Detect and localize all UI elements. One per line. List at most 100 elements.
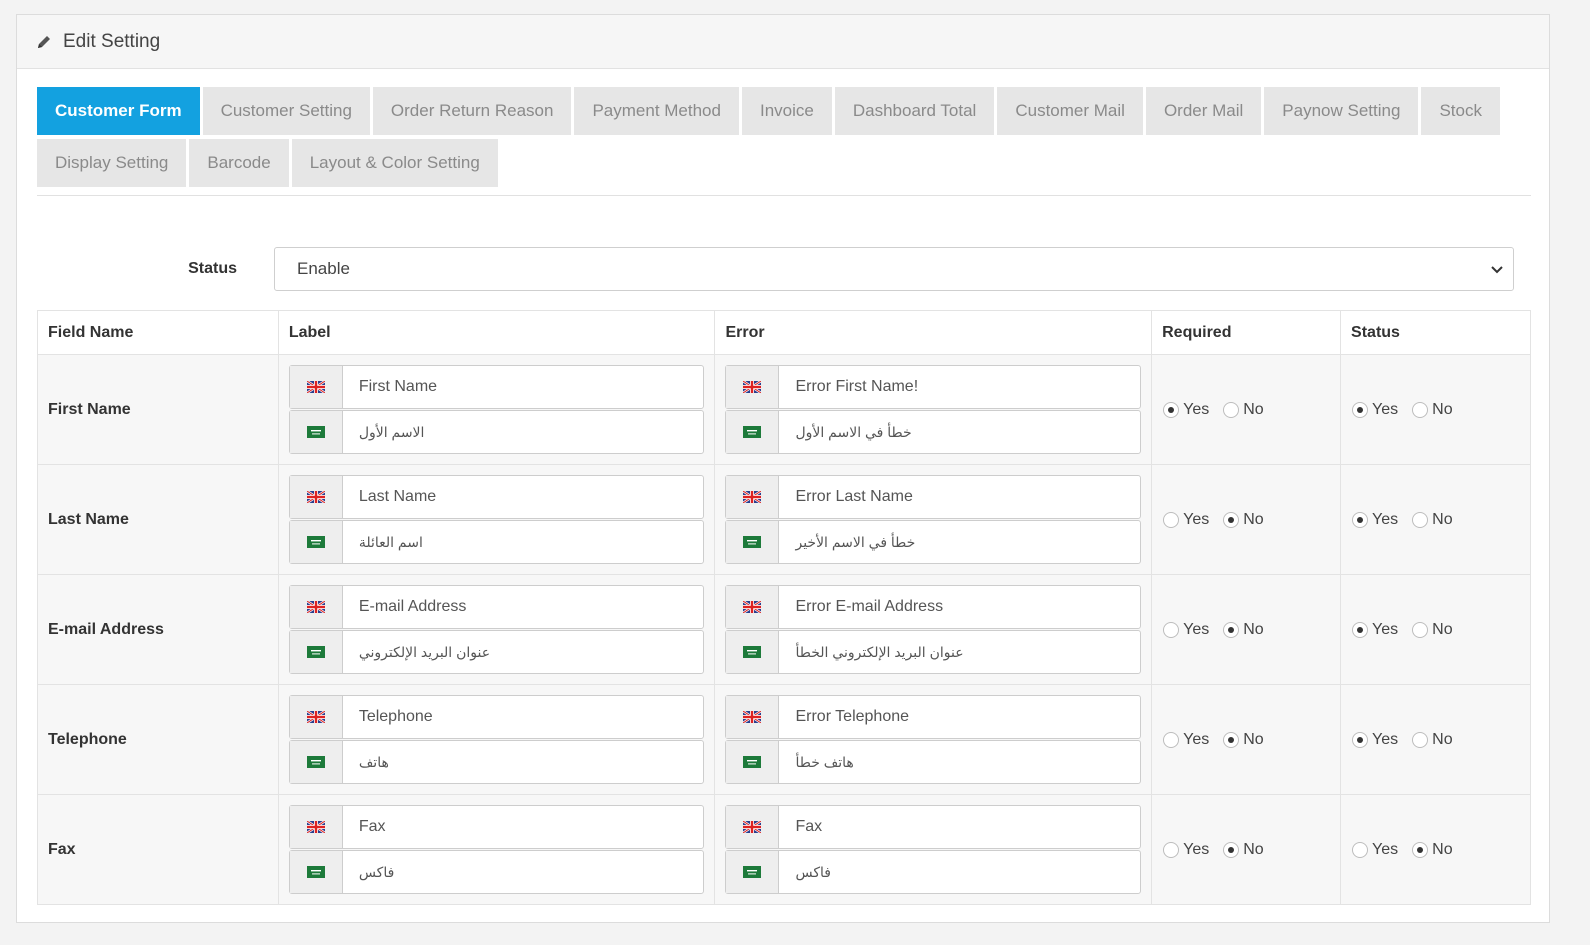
last-name-status-yes[interactable]: Yes <box>1352 511 1398 529</box>
radio-button[interactable] <box>1412 621 1429 638</box>
fax-status-yes[interactable]: Yes <box>1352 841 1398 859</box>
tab-paynow-setting[interactable]: Paynow Setting <box>1264 87 1419 135</box>
tab-dashboard-total[interactable]: Dashboard Total <box>834 87 995 135</box>
uk-flag-icon <box>726 366 780 408</box>
required-cell: Yes No <box>1151 354 1342 465</box>
field-name: E-mail Address <box>37 574 279 685</box>
saudi-flag-icon <box>726 851 780 893</box>
first-name-error-en-input[interactable]: Error First Name! <box>779 366 1140 408</box>
telephone-status-no[interactable]: No <box>1412 730 1453 749</box>
radio-button[interactable] <box>1412 401 1429 418</box>
telephone-label-ar-input[interactable]: هاتف <box>343 741 704 783</box>
table-row: Last Name Last Name اسم العائلة Error Last … <box>37 464 1531 575</box>
radio-button[interactable] <box>1352 731 1369 748</box>
last-name-error-en-input[interactable]: Error Last Name <box>779 476 1140 518</box>
telephone-status-radios: Yes No <box>1352 731 1529 749</box>
radio-button[interactable] <box>1163 401 1180 418</box>
fax-label-en-input[interactable]: Fax <box>343 806 704 848</box>
last-name-label-ar-input[interactable]: اسم العائلة <box>343 521 704 563</box>
radio-label: No <box>1432 510 1453 528</box>
first-name-required-no[interactable]: No <box>1223 401 1264 419</box>
fax-required-yes[interactable]: Yes <box>1163 841 1209 859</box>
radio-button[interactable] <box>1352 621 1369 638</box>
first-name-required-radios: Yes No <box>1163 401 1339 419</box>
edit-setting-panel: Edit Setting Customer Form Customer Setti… <box>16 14 1550 923</box>
tab-customer-setting[interactable]: Customer Setting <box>202 87 370 135</box>
panel-heading: Edit Setting <box>17 15 1549 69</box>
e-mail-address-label-en-input[interactable]: E-mail Address <box>343 586 704 628</box>
tab-stock[interactable]: Stock <box>1421 87 1500 135</box>
e-mail-address-label-ar-input[interactable]: عنوان البريد الإلكتروني <box>343 631 704 673</box>
first-name-required-yes[interactable]: Yes <box>1163 401 1209 419</box>
radio-button[interactable] <box>1412 841 1429 858</box>
e-mail-address-required-yes[interactable]: Yes <box>1163 621 1209 639</box>
radio-button[interactable] <box>1223 511 1240 528</box>
radio-button[interactable] <box>1412 511 1429 528</box>
status-select[interactable]: Enable <box>274 247 1514 291</box>
telephone-status-yes[interactable]: Yes <box>1352 731 1398 749</box>
first-name-error-ar-input[interactable]: خطأ في الاسم الأول <box>779 411 1140 453</box>
telephone-error-ar-group: هاتف خطأ <box>725 740 1142 784</box>
radio-button[interactable] <box>1352 511 1369 528</box>
telephone-label-en-input[interactable]: Telephone <box>343 696 704 738</box>
tab-barcode[interactable]: Barcode <box>189 139 289 187</box>
radio-button[interactable] <box>1223 621 1240 638</box>
radio-label: Yes <box>1372 400 1399 418</box>
radio-button[interactable] <box>1163 511 1180 528</box>
status-cell: Yes No <box>1340 684 1531 795</box>
telephone-required-yes[interactable]: Yes <box>1163 731 1209 749</box>
last-name-required-yes[interactable]: Yes <box>1163 511 1209 529</box>
radio-button[interactable] <box>1352 841 1369 858</box>
tab-customer-form[interactable]: Customer Form <box>37 87 200 135</box>
telephone-error-en-input[interactable]: Error Telephone <box>779 696 1140 738</box>
required-cell: Yes No <box>1151 464 1342 575</box>
fax-required-no[interactable]: No <box>1223 840 1264 859</box>
last-name-status-no[interactable]: No <box>1412 510 1453 529</box>
radio-button[interactable] <box>1223 401 1240 418</box>
e-mail-address-status-no[interactable]: No <box>1412 621 1453 639</box>
tab-customer-mail[interactable]: Customer Mail <box>997 87 1143 135</box>
error-cell: Fax فاكس <box>714 794 1153 905</box>
uk-flag-icon <box>289 696 343 738</box>
radio-button[interactable] <box>1412 731 1429 748</box>
first-name-label-ar-group: الاسم الأول <box>288 410 705 454</box>
first-name-status-yes[interactable]: Yes <box>1352 401 1398 419</box>
field-name: First Name <box>37 354 279 465</box>
e-mail-address-error-ar-input[interactable]: عنوان البريد الإلكتروني الخطأ <box>779 631 1140 673</box>
uk-flag-icon <box>726 696 780 738</box>
first-name-error-ar-group: خطأ في الاسم الأول <box>725 410 1142 454</box>
first-name-label-ar-input[interactable]: الاسم الأول <box>343 411 704 453</box>
radio-label: No <box>1432 730 1453 748</box>
tab-display-setting[interactable]: Display Setting <box>37 139 187 187</box>
radio-label: Yes <box>1183 510 1210 528</box>
first-name-status-no[interactable]: No <box>1412 401 1453 419</box>
e-mail-address-label-ar-group: عنوان البريد الإلكتروني <box>288 630 705 674</box>
telephone-error-ar-input[interactable]: هاتف خطأ <box>779 741 1140 783</box>
radio-button[interactable] <box>1223 731 1240 748</box>
e-mail-address-status-yes[interactable]: Yes <box>1352 621 1398 639</box>
field-name: Telephone <box>37 684 279 795</box>
tab-invoice[interactable]: Invoice <box>741 87 832 135</box>
radio-button[interactable] <box>1163 621 1180 638</box>
radio-button[interactable] <box>1163 841 1180 858</box>
label-cell: Telephone هاتف <box>277 684 716 795</box>
tab-layout-color-setting[interactable]: Layout & Color Setting <box>291 139 498 187</box>
fax-label-ar-input[interactable]: فاكس <box>343 851 704 893</box>
radio-button[interactable] <box>1163 731 1180 748</box>
radio-label: No <box>1243 840 1264 858</box>
fax-status-no[interactable]: No <box>1412 841 1453 859</box>
last-name-error-ar-input[interactable]: خطأ في الاسم الأخير <box>779 521 1140 563</box>
e-mail-address-required-no[interactable]: No <box>1223 621 1264 639</box>
fax-error-en-input[interactable]: Fax <box>779 806 1140 848</box>
tab-order-return-reason[interactable]: Order Return Reason <box>372 87 572 135</box>
radio-button[interactable] <box>1352 401 1369 418</box>
last-name-required-no[interactable]: No <box>1223 511 1264 529</box>
tab-order-mail[interactable]: Order Mail <box>1145 87 1262 135</box>
fax-error-ar-input[interactable]: فاكس <box>779 851 1140 893</box>
tab-payment-method[interactable]: Payment Method <box>574 87 739 135</box>
e-mail-address-error-en-input[interactable]: Error E-mail Address <box>779 586 1140 628</box>
radio-button[interactable] <box>1223 841 1240 858</box>
first-name-label-en-input[interactable]: First Name <box>343 366 704 408</box>
telephone-required-no[interactable]: No <box>1223 731 1264 749</box>
last-name-label-en-input[interactable]: Last Name <box>343 476 704 518</box>
